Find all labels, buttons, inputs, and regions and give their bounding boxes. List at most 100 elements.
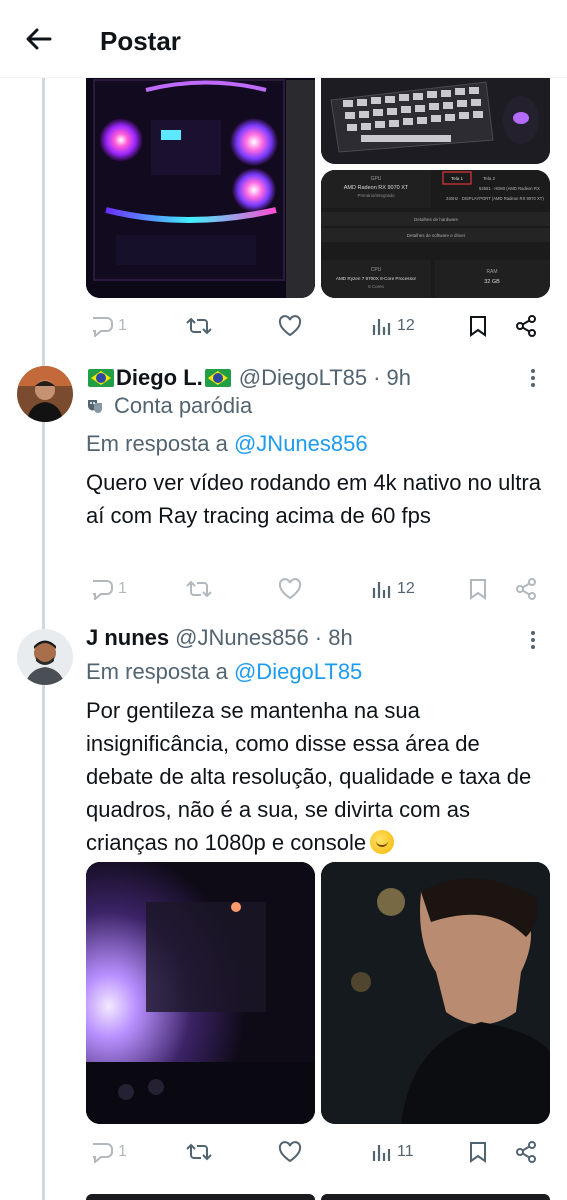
views-count: 12: [397, 317, 415, 334]
pc-case-rgb-image: [86, 60, 315, 298]
parody-account-label: Conta paródia: [86, 393, 252, 419]
cpu-name: AMD Ryzen 7 9700X 8-Core Processor: [336, 276, 417, 281]
reply-1-header: Diego L. @DiegoLT85 · 9h: [86, 365, 411, 391]
bookmark-icon: [470, 316, 486, 337]
gpu-name: AMD Radeon RX 9070 XT: [344, 185, 409, 191]
cpu-sub: 8 Cores: [368, 284, 385, 289]
dark-room-image: [86, 862, 315, 1124]
display-name[interactable]: J nunes: [86, 625, 169, 651]
media-image-gif[interactable]: [321, 862, 550, 1124]
reply-button[interactable]: 1: [88, 1134, 127, 1170]
cpu-label: CPU: [371, 267, 382, 273]
arrow-left-icon: [26, 28, 52, 50]
views-count: 12: [397, 580, 415, 597]
reply-to-handle-link[interactable]: @DiegoLT85: [234, 659, 362, 684]
more-vertical-icon: [531, 369, 535, 387]
brazil-flag-icon: [88, 369, 114, 387]
reply-icon: [93, 1143, 113, 1163]
bookmark-icon: [470, 1142, 486, 1163]
share-button[interactable]: [514, 308, 538, 344]
reply-2-action-bar: 1 11: [86, 1134, 548, 1170]
media-image-pc-case[interactable]: [86, 60, 315, 298]
tweet-text: Quero ver vídeo rodando em 4k nativo no …: [86, 470, 541, 528]
repost-icon: [186, 1143, 212, 1161]
replying-to-line: Em resposta a @JNunes856: [86, 431, 368, 457]
reply-count: 1: [118, 317, 127, 334]
smirk-emoji-icon: [370, 830, 395, 854]
reply-2-header: J nunes @JNunes856 · 8h: [86, 625, 353, 651]
like-button[interactable]: [278, 1134, 302, 1170]
reply-prefix: Em resposta a: [86, 659, 228, 684]
share-icon: [516, 1141, 536, 1163]
software-details-row: Detalhes de software e driver: [407, 233, 466, 238]
reply-button[interactable]: 1: [88, 308, 127, 344]
views-button[interactable]: 12: [371, 308, 415, 344]
page-title: Postar: [100, 26, 181, 56]
display-tab-2: Tela 2: [483, 176, 496, 181]
repost-icon: [186, 317, 212, 335]
share-button[interactable]: [514, 571, 538, 607]
reply-count: 1: [118, 1143, 127, 1160]
gpu-sub: Primário/Integrado: [357, 193, 395, 198]
display-name[interactable]: Diego L.: [116, 365, 203, 391]
share-icon: [516, 578, 536, 600]
reply-icon: [93, 317, 113, 337]
bookmark-button[interactable]: [468, 1134, 488, 1170]
bookmark-button[interactable]: [468, 571, 488, 607]
reply-count: 1: [118, 580, 127, 597]
post-time[interactable]: · 8h: [315, 625, 353, 651]
hardware-details-row: Detalhes de hardware: [414, 217, 459, 222]
views-button[interactable]: 12: [371, 571, 415, 607]
media-image-system-info[interactable]: GPU AMD Radeon RX 9070 XT Primário/Integ…: [321, 170, 550, 298]
display-info-2: 240Hz · DISPLAYPORT (AMD Radeon RX 9070 …: [446, 196, 544, 201]
reply-icon: [93, 580, 113, 600]
views-count: 11: [397, 1143, 414, 1160]
user-handle[interactable]: @DiegoLT85: [239, 365, 367, 391]
more-options-button[interactable]: [523, 366, 543, 390]
theater-mask-icon: [88, 400, 102, 413]
heart-icon: [278, 578, 302, 600]
tweet-text: Por gentileza se mantenha na sua insigni…: [86, 698, 532, 855]
share-button[interactable]: [514, 1134, 538, 1170]
user-handle[interactable]: @JNunes856: [175, 625, 309, 651]
system-info-screenshot: GPU AMD Radeon RX 9070 XT Primário/Integ…: [321, 170, 550, 298]
bookmark-button[interactable]: [468, 308, 488, 344]
views-chart-icon: [372, 319, 391, 335]
repost-button[interactable]: [186, 1134, 212, 1170]
avatar-image: [17, 366, 73, 422]
repost-icon: [186, 580, 212, 598]
more-vertical-icon: [531, 631, 535, 649]
next-media-right-peek: [321, 1194, 550, 1200]
top-tweet-action-bar: 1 12: [86, 308, 548, 344]
next-media-left-peek: [86, 1194, 315, 1200]
display-info: 52551 · HDMI (AMD Radeon RX: [479, 186, 540, 191]
reply-to-handle-link[interactable]: @JNunes856: [234, 431, 368, 456]
reply-button[interactable]: 1: [88, 571, 127, 607]
views-button[interactable]: 11: [371, 1134, 414, 1170]
heart-icon: [278, 315, 302, 337]
repost-button[interactable]: [186, 308, 212, 344]
reply-prefix: Em resposta a: [86, 431, 228, 456]
display-tab-1: Tela 1: [451, 176, 464, 181]
like-button[interactable]: [278, 308, 302, 344]
media-image-dark-room[interactable]: [86, 862, 315, 1124]
avatar-jnunes[interactable]: [17, 629, 73, 685]
repost-button[interactable]: [186, 571, 212, 607]
parody-text: Conta paródia: [114, 393, 253, 418]
tweet-text-container: Por gentileza se mantenha na sua insigni…: [86, 694, 551, 859]
avatar-image: [17, 629, 73, 685]
views-chart-icon: [372, 1145, 391, 1161]
views-chart-icon: [372, 582, 391, 598]
back-button[interactable]: [22, 22, 56, 56]
reply-1-action-bar: 1 12: [86, 571, 548, 607]
top-app-bar: Postar: [0, 0, 567, 78]
like-button[interactable]: [278, 571, 302, 607]
heart-icon: [278, 1141, 302, 1163]
post-time[interactable]: · 9h: [373, 365, 411, 391]
gpu-label: GPU: [371, 176, 382, 182]
replying-to-line: Em resposta a @DiegoLT85: [86, 659, 362, 685]
more-options-button[interactable]: [523, 628, 543, 652]
man-looking-image: [321, 862, 550, 1124]
avatar-diego[interactable]: [17, 366, 73, 422]
bookmark-icon: [470, 579, 486, 600]
